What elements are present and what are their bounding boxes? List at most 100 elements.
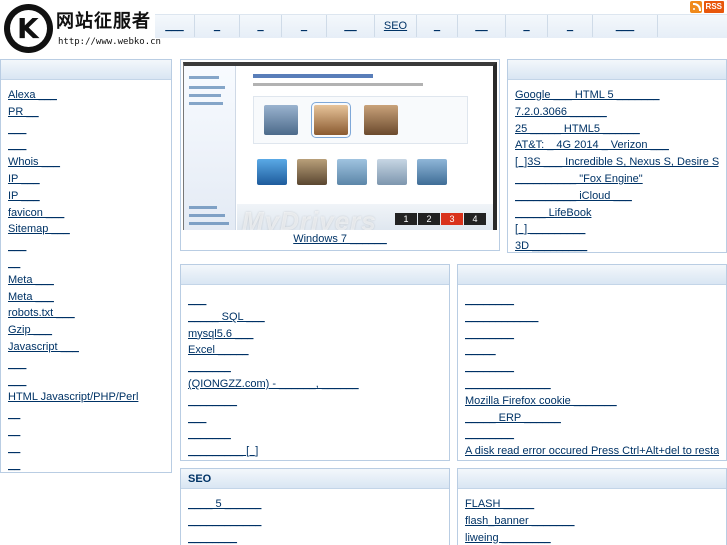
list-item-link[interactable]: ___ [8, 358, 26, 370]
list-item-link[interactable]: ___ [8, 240, 26, 252]
list-item[interactable]: __ [8, 457, 164, 474]
list-item[interactable]: (QIONGZZ.com) - ______, ______ [188, 376, 442, 393]
list-item-link[interactable]: Meta ___ [8, 274, 54, 286]
list-item[interactable]: [_] _________ [515, 221, 719, 238]
list-item[interactable]: ___ [8, 356, 164, 373]
list-item-link[interactable]: [_]3S ___ Incredible S, Nexus S, Desire … [515, 156, 719, 168]
list-item-link[interactable]: 3D _________ [515, 240, 587, 252]
list-item-link[interactable]: ____________ [188, 515, 261, 527]
nav-item[interactable]: __ [458, 15, 506, 37]
list-item[interactable]: 7.2.0.3066 ______ [515, 104, 719, 121]
list-item[interactable]: _______ [188, 426, 442, 443]
list-item[interactable]: ________ [188, 530, 442, 545]
list-item-link[interactable]: Excel _____ [188, 344, 249, 356]
list-item-link[interactable]: Gzip ___ [8, 324, 52, 336]
list-item[interactable]: _____ LifeBook [515, 205, 719, 222]
list-item[interactable]: Meta ___ [8, 289, 164, 306]
list-item-link[interactable]: __ [8, 425, 20, 437]
list-item[interactable]: __________ iCloud ___ [515, 188, 719, 205]
list-item[interactable]: _____ SQL ___ [188, 309, 442, 326]
list-item[interactable]: ___ [8, 137, 164, 154]
list-item[interactable]: __ [8, 406, 164, 423]
list-item[interactable]: IP ___ [8, 171, 164, 188]
featured-image[interactable]: MyDrivers [183, 62, 497, 230]
nav-item[interactable]: SEO [375, 15, 417, 37]
list-item[interactable]: ________ [465, 326, 719, 343]
nav-item[interactable]: __ [327, 15, 375, 37]
list-item-link[interactable]: ____ 5 ______ [188, 498, 261, 510]
list-item-link[interactable]: Google ___ HTML 5 _______ [515, 89, 660, 101]
list-item-link[interactable]: _____ [465, 344, 496, 356]
list-item-link[interactable]: IP ___ [8, 190, 40, 202]
list-item-link[interactable]: _____ LifeBook [515, 207, 591, 219]
list-item-link[interactable]: (QIONGZZ.com) - ______, ______ [188, 378, 359, 390]
list-item[interactable]: ______________ [465, 376, 719, 393]
featured-caption[interactable]: Windows 7 ______ [181, 233, 499, 245]
list-item-link[interactable]: _______ [188, 361, 231, 373]
pager-page-button[interactable]: 2 [418, 213, 440, 225]
list-item-link[interactable]: ___ [8, 123, 26, 135]
list-item[interactable]: _____ [465, 342, 719, 359]
list-item-link[interactable]: ___ [188, 294, 206, 306]
nav-item[interactable]: _ [240, 15, 282, 37]
list-item-link[interactable]: __________ iCloud ___ [515, 190, 632, 202]
list-item[interactable]: HTML Javascript/PHP/Perl [8, 389, 164, 406]
rss-feed-icon[interactable] [689, 1, 702, 13]
list-item[interactable]: 3D _________ [515, 238, 719, 255]
list-item[interactable]: robots.txt ___ [8, 305, 164, 322]
list-item-link[interactable]: FLASH _____ [465, 498, 534, 510]
list-item[interactable]: ________ [188, 393, 442, 410]
list-item[interactable]: Alexa ___ [8, 87, 164, 104]
list-item-link[interactable]: favicon ___ [8, 207, 64, 219]
list-item-link[interactable]: robots.txt ___ [8, 307, 75, 319]
list-item[interactable]: [_]3S ___ Incredible S, Nexus S, Desire … [515, 154, 719, 171]
list-item-link[interactable]: 25 _____ HTML5 ______ [515, 123, 640, 135]
list-item-link[interactable]: __ [8, 442, 20, 454]
list-item-link[interactable]: _______ [188, 428, 231, 440]
pager-page-button[interactable]: 1 [395, 213, 417, 225]
nav-item[interactable]: _ [195, 15, 240, 37]
list-item[interactable]: _______ [188, 359, 442, 376]
list-item-link[interactable]: Alexa ___ [8, 89, 57, 101]
list-item[interactable]: ___ [188, 292, 442, 309]
nav-item[interactable]: _ [506, 15, 548, 37]
list-item-link[interactable]: liweing ________ [465, 532, 551, 544]
list-item[interactable]: Sitemap ___ [8, 221, 164, 238]
list-item-link[interactable]: Sitemap ___ [8, 223, 70, 235]
list-item[interactable]: 25 _____ HTML5 ______ [515, 121, 719, 138]
list-item-link[interactable]: ___ [8, 375, 26, 387]
list-item[interactable]: Google ___ HTML 5 _______ [515, 87, 719, 104]
nav-item[interactable]: ___ [155, 15, 195, 37]
list-item[interactable]: PR __ [8, 104, 164, 121]
nav-item[interactable]: _ [548, 15, 593, 37]
list-item[interactable]: Whois ___ [8, 154, 164, 171]
list-item[interactable]: IP ___ [8, 188, 164, 205]
list-item[interactable]: __ [8, 423, 164, 440]
list-item-link[interactable]: ________ [465, 428, 514, 440]
list-item[interactable]: ___ [8, 238, 164, 255]
list-item-link[interactable]: mysql5.6 ___ [188, 328, 253, 340]
nav-item[interactable]: _ [417, 15, 458, 37]
list-item-link[interactable]: __________ "Fox Engine" [515, 173, 643, 185]
list-item-link[interactable]: ___ [8, 139, 26, 151]
list-item-link[interactable]: ________ [465, 328, 514, 340]
list-item-link[interactable]: ________ [188, 532, 237, 544]
list-item[interactable]: ________ [465, 359, 719, 376]
list-item-link[interactable]: 7.2.0.3066 ______ [515, 106, 607, 118]
list-item-link[interactable]: ______________ [465, 378, 551, 390]
list-item[interactable]: mysql5.6 ___ [188, 326, 442, 343]
list-item[interactable]: _____ ERP ______ [465, 410, 719, 427]
list-item[interactable]: AT&T: _ 4G 2014 _ Verizon ___ [515, 137, 719, 154]
list-item[interactable]: Gzip ___ [8, 322, 164, 339]
list-item-link[interactable]: _________ [_] [188, 445, 258, 457]
list-item-link[interactable]: __ [8, 459, 20, 471]
list-item[interactable]: __ [8, 255, 164, 272]
list-item-link[interactable]: __ [8, 408, 20, 420]
list-item-link[interactable]: ________ [188, 395, 237, 407]
list-item-link[interactable]: AT&T: _ 4G 2014 _ Verizon ___ [515, 139, 669, 151]
list-item[interactable]: ___ [188, 410, 442, 427]
list-item[interactable]: A disk read error occured Press Ctrl+Alt… [465, 443, 719, 460]
rss-badge-button[interactable]: RSS [703, 1, 724, 13]
list-item-link[interactable]: ________ [465, 294, 514, 306]
list-item-link[interactable]: Whois ___ [8, 156, 60, 168]
